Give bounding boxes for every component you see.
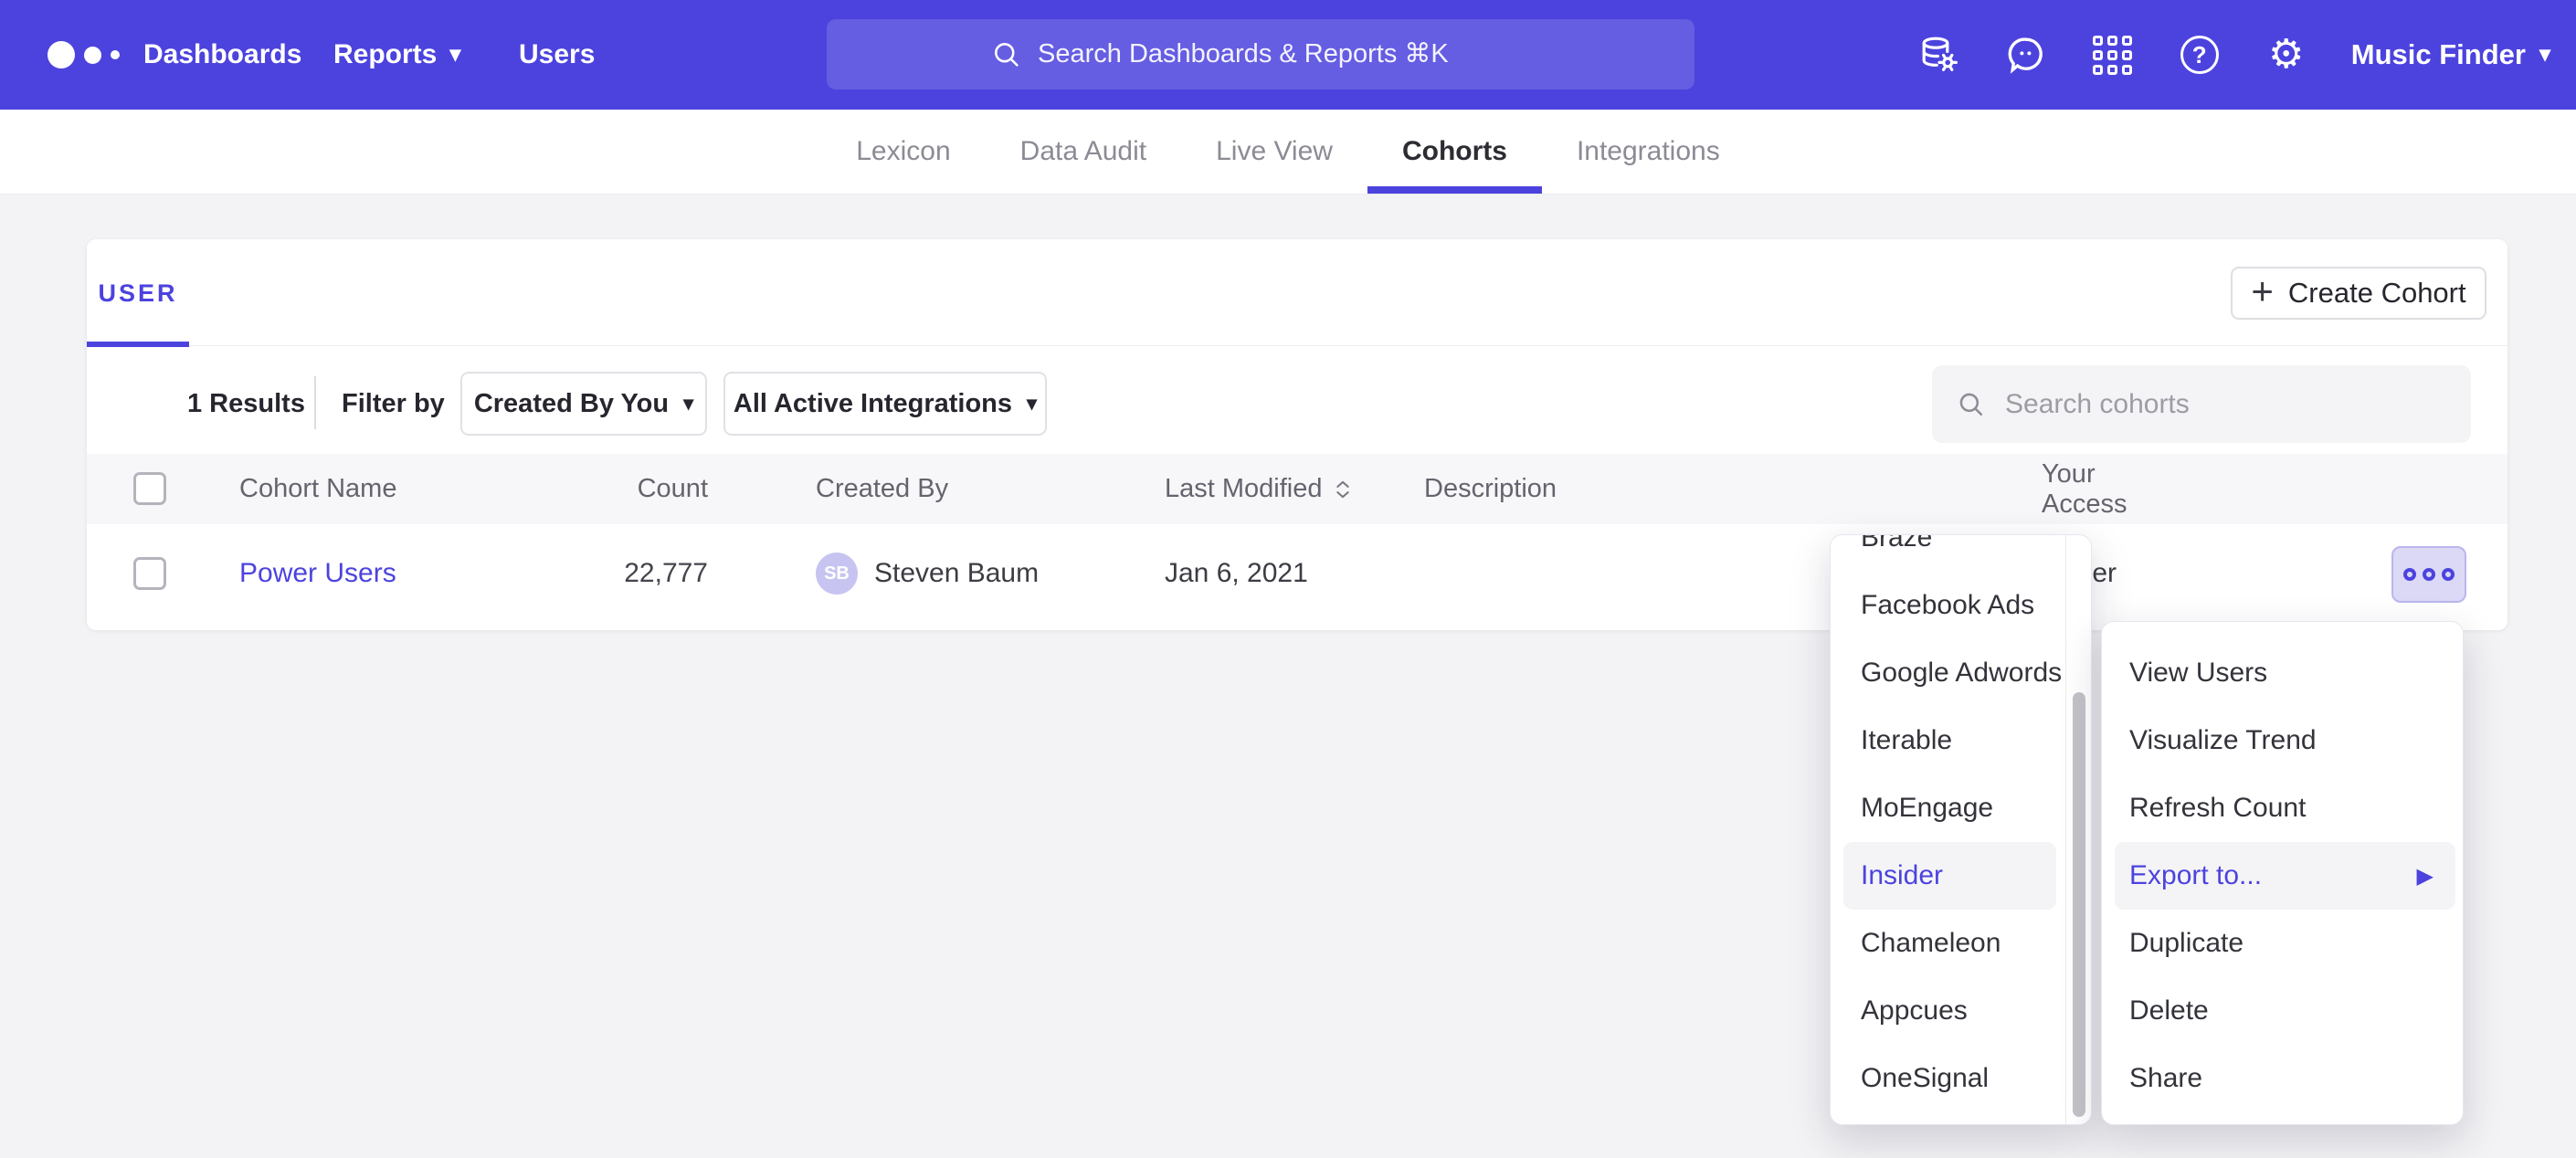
active-tab-underline bbox=[1367, 186, 1542, 194]
settings-gear-icon[interactable]: ⚙ bbox=[2265, 33, 2308, 77]
feedback-icon[interactable] bbox=[2004, 33, 2048, 77]
tab-data-audit[interactable]: Data Audit bbox=[986, 110, 1181, 194]
row-checkbox[interactable] bbox=[133, 557, 166, 590]
help-icon[interactable]: ? bbox=[2178, 33, 2222, 77]
chevron-down-icon: ▾ bbox=[2539, 44, 2550, 66]
filter-by-label: Filter by bbox=[342, 378, 445, 429]
col-your-access[interactable]: Your Access bbox=[2042, 454, 2179, 524]
menu-item-refresh-count[interactable]: Refresh Count bbox=[2102, 774, 2463, 842]
results-count: 1 Results bbox=[187, 378, 305, 429]
nav-users-label: Users bbox=[519, 39, 595, 70]
plus-icon: + bbox=[2251, 272, 2274, 311]
menu-item-delete[interactable]: Delete bbox=[2102, 977, 2463, 1045]
dot-icon bbox=[2403, 568, 2416, 581]
global-search-input[interactable] bbox=[1038, 39, 1531, 69]
nav-dashboards-label: Dashboards bbox=[143, 39, 301, 70]
cohort-search-bar[interactable] bbox=[1932, 365, 2471, 443]
dot-icon bbox=[2442, 568, 2455, 581]
nav-users[interactable]: Users bbox=[519, 0, 595, 110]
submenu-item-chameleon[interactable]: Chameleon bbox=[1831, 910, 2067, 977]
submenu-scrollbar bbox=[2065, 535, 2091, 1124]
cohort-search-input[interactable] bbox=[2005, 389, 2444, 420]
project-name: Music Finder bbox=[2351, 38, 2526, 71]
user-tab-underline bbox=[87, 342, 189, 347]
top-navbar: Dashboards Reports ▾ Users bbox=[0, 0, 2576, 110]
menu-item-duplicate[interactable]: Duplicate bbox=[2102, 910, 2463, 977]
row-actions-menu: View Users Visualize Trend Refresh Count… bbox=[2101, 621, 2464, 1125]
created-by-filter-dropdown[interactable]: Created By You ▾ bbox=[460, 372, 707, 436]
tab-user-cohorts[interactable]: USER bbox=[87, 239, 189, 347]
section-tabs: Lexicon Data Audit Live View Cohorts Int… bbox=[0, 110, 2576, 195]
row-more-options-button[interactable] bbox=[2391, 546, 2466, 603]
data-management-icon[interactable] bbox=[1917, 33, 1961, 77]
mixpanel-logo[interactable] bbox=[48, 0, 120, 110]
create-cohort-button[interactable]: + Create Cohort bbox=[2231, 267, 2486, 320]
col-description[interactable]: Description bbox=[1424, 454, 1557, 524]
cohort-name-link[interactable]: Power Users bbox=[239, 524, 396, 623]
divider bbox=[87, 345, 2507, 346]
apps-grid-icon[interactable] bbox=[2091, 33, 2135, 77]
submenu-item-braze[interactable]: Braze bbox=[1831, 534, 2067, 572]
divider bbox=[314, 376, 316, 429]
project-switcher[interactable]: Music Finder ▾ bbox=[2351, 38, 2550, 71]
sort-icon bbox=[1334, 479, 1352, 500]
global-search-bar[interactable] bbox=[827, 19, 1694, 89]
last-modified-cell: Jan 6, 2021 bbox=[1165, 524, 1308, 623]
menu-item-view-users[interactable]: View Users bbox=[2102, 639, 2463, 707]
avatar: SB bbox=[816, 553, 858, 595]
table-header: Cohort Name Count Created By Last Modifi… bbox=[87, 454, 2507, 524]
dot-icon bbox=[2423, 568, 2435, 581]
submenu-item-moengage[interactable]: MoEngage bbox=[1831, 774, 2067, 842]
submenu-item-appcues[interactable]: Appcues bbox=[1831, 977, 2067, 1045]
logo-dot-small bbox=[111, 50, 120, 59]
submenu-item-onesignal[interactable]: OneSignal bbox=[1831, 1045, 2067, 1112]
tab-live-view[interactable]: Live View bbox=[1181, 110, 1367, 194]
help-question-glyph: ? bbox=[2192, 41, 2207, 69]
tab-integrations[interactable]: Integrations bbox=[1542, 110, 1755, 194]
chevron-down-icon: ▾ bbox=[1027, 394, 1037, 414]
logo-dot-medium bbox=[84, 47, 101, 64]
submenu-item-iterable[interactable]: Iterable bbox=[1831, 707, 2067, 774]
menu-item-share[interactable]: Share bbox=[2102, 1045, 2463, 1112]
table-row[interactable]: Power Users 22,777 SB Steven Baum Jan 6,… bbox=[87, 524, 2507, 623]
scrollbar-thumb[interactable] bbox=[2073, 692, 2085, 1117]
col-last-modified[interactable]: Last Modified bbox=[1165, 454, 1352, 524]
tab-cohorts[interactable]: Cohorts bbox=[1367, 110, 1542, 194]
logo-dot-large bbox=[48, 41, 75, 68]
integrations-filter-dropdown[interactable]: All Active Integrations ▾ bbox=[723, 372, 1047, 436]
col-created-by[interactable]: Created By bbox=[816, 454, 948, 524]
submenu-item-facebook-ads[interactable]: Facebook Ads bbox=[1831, 572, 2067, 639]
cohorts-panel: USER + Create Cohort 1 Results Filter by… bbox=[87, 239, 2507, 630]
export-submenu: Braze Facebook Ads Google Adwords Iterab… bbox=[1830, 534, 2092, 1125]
nav-reports[interactable]: Reports ▾ bbox=[333, 0, 460, 110]
col-count[interactable]: Count bbox=[598, 454, 708, 524]
submenu-arrow-icon: ▶ bbox=[2417, 863, 2433, 890]
menu-item-export-to[interactable]: Export to... ▶ bbox=[2115, 842, 2455, 910]
chevron-down-icon: ▾ bbox=[683, 394, 693, 414]
gear-glyph: ⚙ bbox=[2268, 35, 2304, 75]
submenu-item-google-adwords[interactable]: Google Adwords bbox=[1831, 639, 2067, 707]
nav-reports-label: Reports bbox=[333, 39, 437, 70]
nav-dashboards[interactable]: Dashboards bbox=[143, 0, 301, 110]
menu-item-visualize-trend[interactable]: Visualize Trend bbox=[2102, 707, 2463, 774]
submenu-item-insider[interactable]: Insider bbox=[1843, 842, 2056, 910]
navbar-right-cluster: ? ⚙ Music Finder ▾ bbox=[1917, 0, 2550, 110]
created-by-cell: SB Steven Baum bbox=[816, 524, 1039, 623]
creator-name: Steven Baum bbox=[874, 558, 1039, 589]
cohort-count: 22,777 bbox=[598, 524, 708, 623]
search-icon bbox=[1956, 389, 1987, 420]
export-submenu-list: Braze Facebook Ads Google Adwords Iterab… bbox=[1831, 534, 2067, 1112]
chevron-down-icon: ▾ bbox=[449, 44, 460, 66]
search-icon bbox=[990, 38, 1023, 71]
col-cohort-name[interactable]: Cohort Name bbox=[239, 454, 396, 524]
tab-lexicon[interactable]: Lexicon bbox=[821, 110, 985, 194]
select-all-checkbox[interactable] bbox=[133, 472, 166, 505]
